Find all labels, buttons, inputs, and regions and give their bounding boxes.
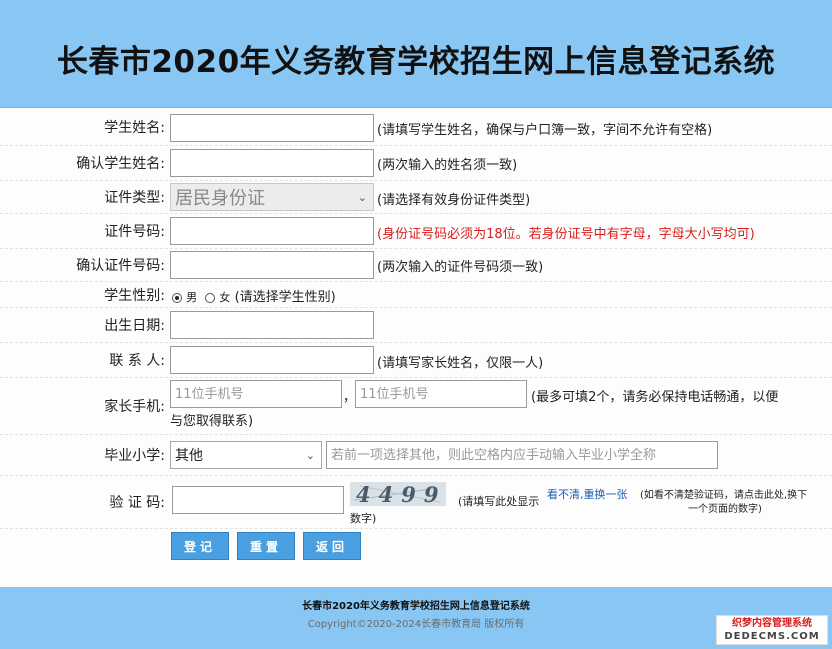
id-type-label: 证件类型: [104, 190, 165, 206]
contact-hint: (请填写家长姓名，仅限一人) [377, 356, 544, 371]
row-gender: 学生性别: 男 女 (请选择学生性别) [0, 282, 832, 308]
gender-male-label: 男 [186, 291, 198, 304]
parent-phone-label: 家长手机: [104, 399, 165, 415]
header: 长春市2020年义务教育学校招生网上信息登记系统 [0, 0, 832, 108]
confirm-id-input[interactable] [170, 251, 374, 279]
birth-date-input[interactable] [170, 311, 374, 339]
row-student-name: 学生姓名: (请填写学生姓名，确保与户口簿一致，字间不允许有空格) [0, 108, 832, 146]
confirm-name-label: 确认学生姓名: [76, 156, 165, 172]
watermark: 织梦内容管理系统 DEDECMS.COM [716, 615, 828, 645]
id-number-label: 证件号码: [104, 224, 165, 240]
submit-button[interactable]: 登记 [171, 532, 229, 560]
captcha-refresh-link[interactable]: 看不清,重换一张 [547, 486, 628, 502]
row-id-type: 证件类型: 居民身份证 ⌄ (请选择有效身份证件类型) [0, 181, 832, 214]
back-button[interactable]: 返回 [303, 532, 361, 560]
captcha-image-text: 4499 [356, 482, 447, 507]
contact-label: 联 系 人: [109, 353, 165, 369]
registration-form: 学生姓名: (请填写学生姓名，确保与户口簿一致，字间不允许有空格) 确认学生姓名… [0, 108, 832, 587]
id-type-select[interactable]: 居民身份证 ⌄ [170, 183, 374, 211]
gender-female-radio[interactable] [205, 292, 216, 303]
id-number-input[interactable] [170, 217, 374, 245]
gender-hint: (请选择学生性别) [234, 290, 336, 305]
parent-phone-input-2[interactable] [355, 380, 527, 408]
page-title: 长春市2020年义务教育学校招生网上信息登记系统 [56, 44, 776, 80]
button-bar: 登记 重置 返回 [0, 532, 832, 560]
row-school: 毕业小学: 其他 ⌄ [0, 435, 832, 476]
parent-phone-input-1[interactable] [170, 380, 342, 408]
gender-female-label: 女 [219, 291, 231, 304]
row-parent-phone: 家长手机: ， (最多可填2个，请务必保持电话畅通，以便 与您取得联系) [0, 378, 832, 435]
chevron-down-icon: ⌄ [357, 191, 367, 204]
gender-male-radio[interactable] [172, 292, 182, 303]
chevron-down-icon: ⌄ [305, 449, 315, 462]
id-number-hint: (身份证号码必须为18位。若身份证号中有字母，字母大小写均可) [377, 227, 755, 242]
watermark-line1: 织梦内容管理系统 [732, 618, 812, 629]
footer: 长春市2020年义务教育学校招生网上信息登记系统 Copyright©2020-… [0, 587, 832, 649]
page: 长春市2020年义务教育学校招生网上信息登记系统 学生姓名: (请填写学生姓名，… [0, 0, 832, 649]
footer-copyright: Copyright©2020-2024长春市教育局 版权所有 [307, 619, 525, 630]
captcha-image[interactable]: 4499 [350, 482, 447, 507]
contact-input[interactable] [170, 346, 374, 374]
captcha-below-text: 数字) [350, 512, 377, 525]
confirm-name-hint: (两次输入的姓名须一致) [377, 158, 518, 173]
confirm-name-input[interactable] [170, 149, 374, 177]
confirm-id-hint: (两次输入的证件号码须一致) [377, 260, 544, 275]
school-select[interactable]: 其他 ⌄ [170, 441, 322, 469]
parent-phone-hint-2: 与您取得联系) [170, 414, 254, 429]
school-selected: 其他 [175, 448, 203, 464]
gender-options: 男 女 (请选择学生性别) [172, 286, 336, 305]
row-confirm-name: 确认学生姓名: (两次输入的姓名须一致) [0, 146, 832, 181]
school-name-input[interactable] [326, 441, 718, 469]
reset-button[interactable]: 重置 [237, 532, 295, 560]
row-id-number: 证件号码: (身份证号码必须为18位。若身份证号中有字母，字母大小写均可) [0, 214, 832, 249]
school-label: 毕业小学: [104, 448, 165, 464]
confirm-id-label: 确认证件号码: [76, 258, 165, 274]
captcha-hint-line2: 一个页面的数字) [688, 504, 762, 515]
parent-phone-hint-1: (最多可填2个，请务必保持电话畅通，以便 [531, 390, 779, 405]
student-name-input[interactable] [170, 114, 374, 142]
captcha-hint-suffix: (如看不清楚验证码，请点击此处,换下 [640, 490, 808, 501]
captcha-hint-prefix: (请填写此处显示 [458, 495, 540, 508]
watermark-line2: DEDECMS.COM [724, 631, 820, 642]
id-type-hint: (请选择有效身份证件类型) [377, 193, 531, 208]
row-contact: 联 系 人: (请填写家长姓名，仅限一人) [0, 343, 832, 378]
row-birth-date: 出生日期: [0, 308, 832, 343]
gender-label: 学生性别: [104, 287, 165, 304]
student-name-label: 学生姓名: [104, 119, 165, 136]
student-name-hint: (请填写学生姓名，确保与户口簿一致，字间不允许有空格) [377, 123, 713, 138]
birth-date-label: 出生日期: [104, 318, 165, 334]
footer-title: 长春市2020年义务教育学校招生网上信息登记系统 [302, 601, 530, 612]
row-confirm-id: 确认证件号码: (两次输入的证件号码须一致) [0, 249, 832, 282]
id-type-selected: 居民身份证 [175, 188, 265, 209]
captcha-label: 验 证 码: [109, 495, 165, 511]
captcha-input[interactable] [172, 486, 344, 514]
